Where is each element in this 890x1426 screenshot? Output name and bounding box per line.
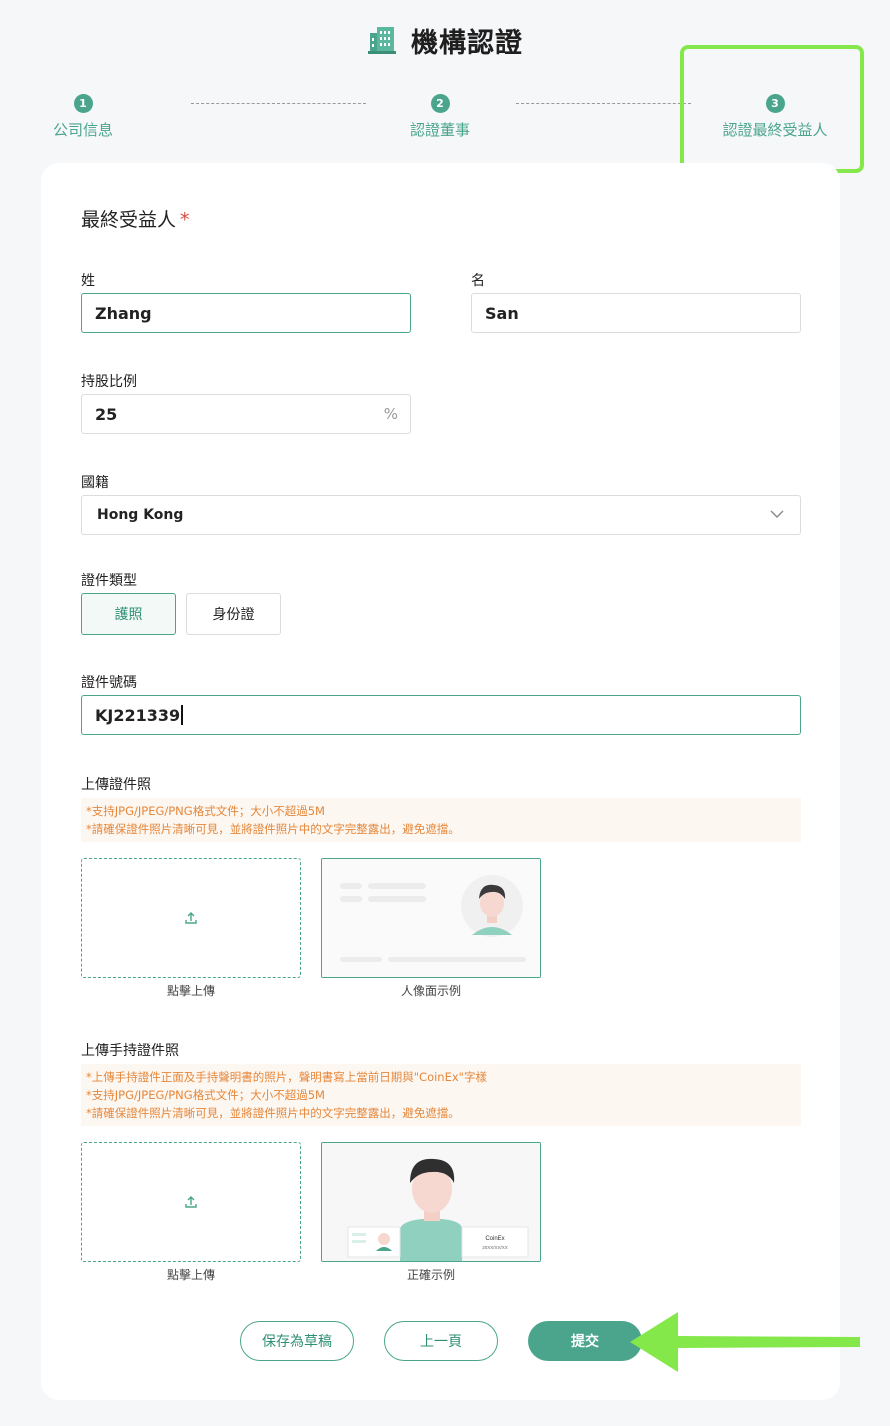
step-label: 認證董事 (409, 121, 470, 139)
save-draft-button[interactable]: 保存為草稿 (240, 1321, 354, 1361)
step-company-info[interactable]: 1 公司信息 (43, 94, 123, 140)
step-divider (191, 103, 366, 104)
id-number-value: KJ221339 (95, 705, 181, 725)
surname-input[interactable]: Zhang (81, 293, 411, 333)
id-card-sample-illustration (322, 859, 540, 977)
building-icon (368, 27, 396, 54)
step-number: 1 (73, 94, 93, 113)
upload-handheld-dropzone[interactable] (81, 1142, 301, 1262)
shareholding-label: 持股比例 (81, 374, 137, 390)
chevron-down-icon (770, 510, 784, 518)
upload-id-dropzone[interactable] (81, 858, 301, 978)
surname-label: 姓 (81, 273, 95, 289)
upload-id-caption: 點擊上傳 (166, 984, 215, 998)
id-type-id-card[interactable]: 身份證 (186, 593, 281, 635)
upload-handheld-label: 上傳手持證件照 (81, 1043, 179, 1059)
given-name-label: 名 (471, 273, 485, 289)
text-caret (181, 705, 183, 725)
current-step-highlight (680, 45, 864, 173)
required-mark: * (180, 209, 190, 231)
handheld-sample-caption: 正確示例 (406, 1268, 455, 1282)
id-sample-caption: 人像面示例 (400, 984, 461, 998)
sample-note-date: 20XX/XX/XX (482, 1245, 508, 1250)
handheld-sample-illustration: CoinEx 20XX/XX/XX (322, 1143, 540, 1261)
id-type-passport[interactable]: 護照 (81, 593, 176, 635)
upload-icon (185, 912, 197, 924)
nationality-value: Hong Kong (97, 507, 184, 523)
nationality-select[interactable]: Hong Kong (81, 495, 801, 535)
annotation-arrow-icon (630, 1312, 860, 1372)
id-type-label: 證件類型 (81, 573, 137, 589)
shareholding-input[interactable]: 25 % (81, 394, 411, 434)
step-number: 2 (430, 94, 450, 113)
sample-note-brand: CoinEx (485, 1236, 504, 1242)
step-label: 公司信息 (52, 121, 113, 139)
previous-page-button[interactable]: 上一頁 (384, 1321, 498, 1361)
id-number-label: 證件號碼 (81, 675, 137, 691)
upload-id-notice: *支持JPG/JPEG/PNG格式文件；大小不超過5M *請確保證件照片清晰可見… (81, 798, 801, 842)
nationality-label: 國籍 (81, 475, 109, 491)
upload-handheld-caption: 點擊上傳 (166, 1268, 215, 1282)
shareholding-value: 25 (95, 404, 118, 424)
upload-icon (185, 1196, 197, 1208)
id-sample-image (321, 858, 541, 978)
step-directors[interactable]: 2 認證董事 (400, 94, 480, 140)
page-title: 機構認證 (411, 27, 523, 59)
given-name-input[interactable]: San (471, 293, 801, 333)
id-number-input[interactable]: KJ221339 (81, 695, 801, 735)
section-title: 最終受益人 * (81, 209, 190, 231)
handheld-sample-image: CoinEx 20XX/XX/XX (321, 1142, 541, 1262)
percent-suffix: % (383, 405, 398, 423)
given-name-value: San (485, 303, 519, 323)
upload-id-label: 上傳證件照 (81, 777, 151, 793)
upload-handheld-notice: *上傳手持證件正面及手持聲明書的照片，聲明書寫上當前日期與"CoinEx"字樣 … (81, 1064, 801, 1126)
surname-value: Zhang (95, 303, 152, 323)
step-divider (516, 103, 691, 104)
